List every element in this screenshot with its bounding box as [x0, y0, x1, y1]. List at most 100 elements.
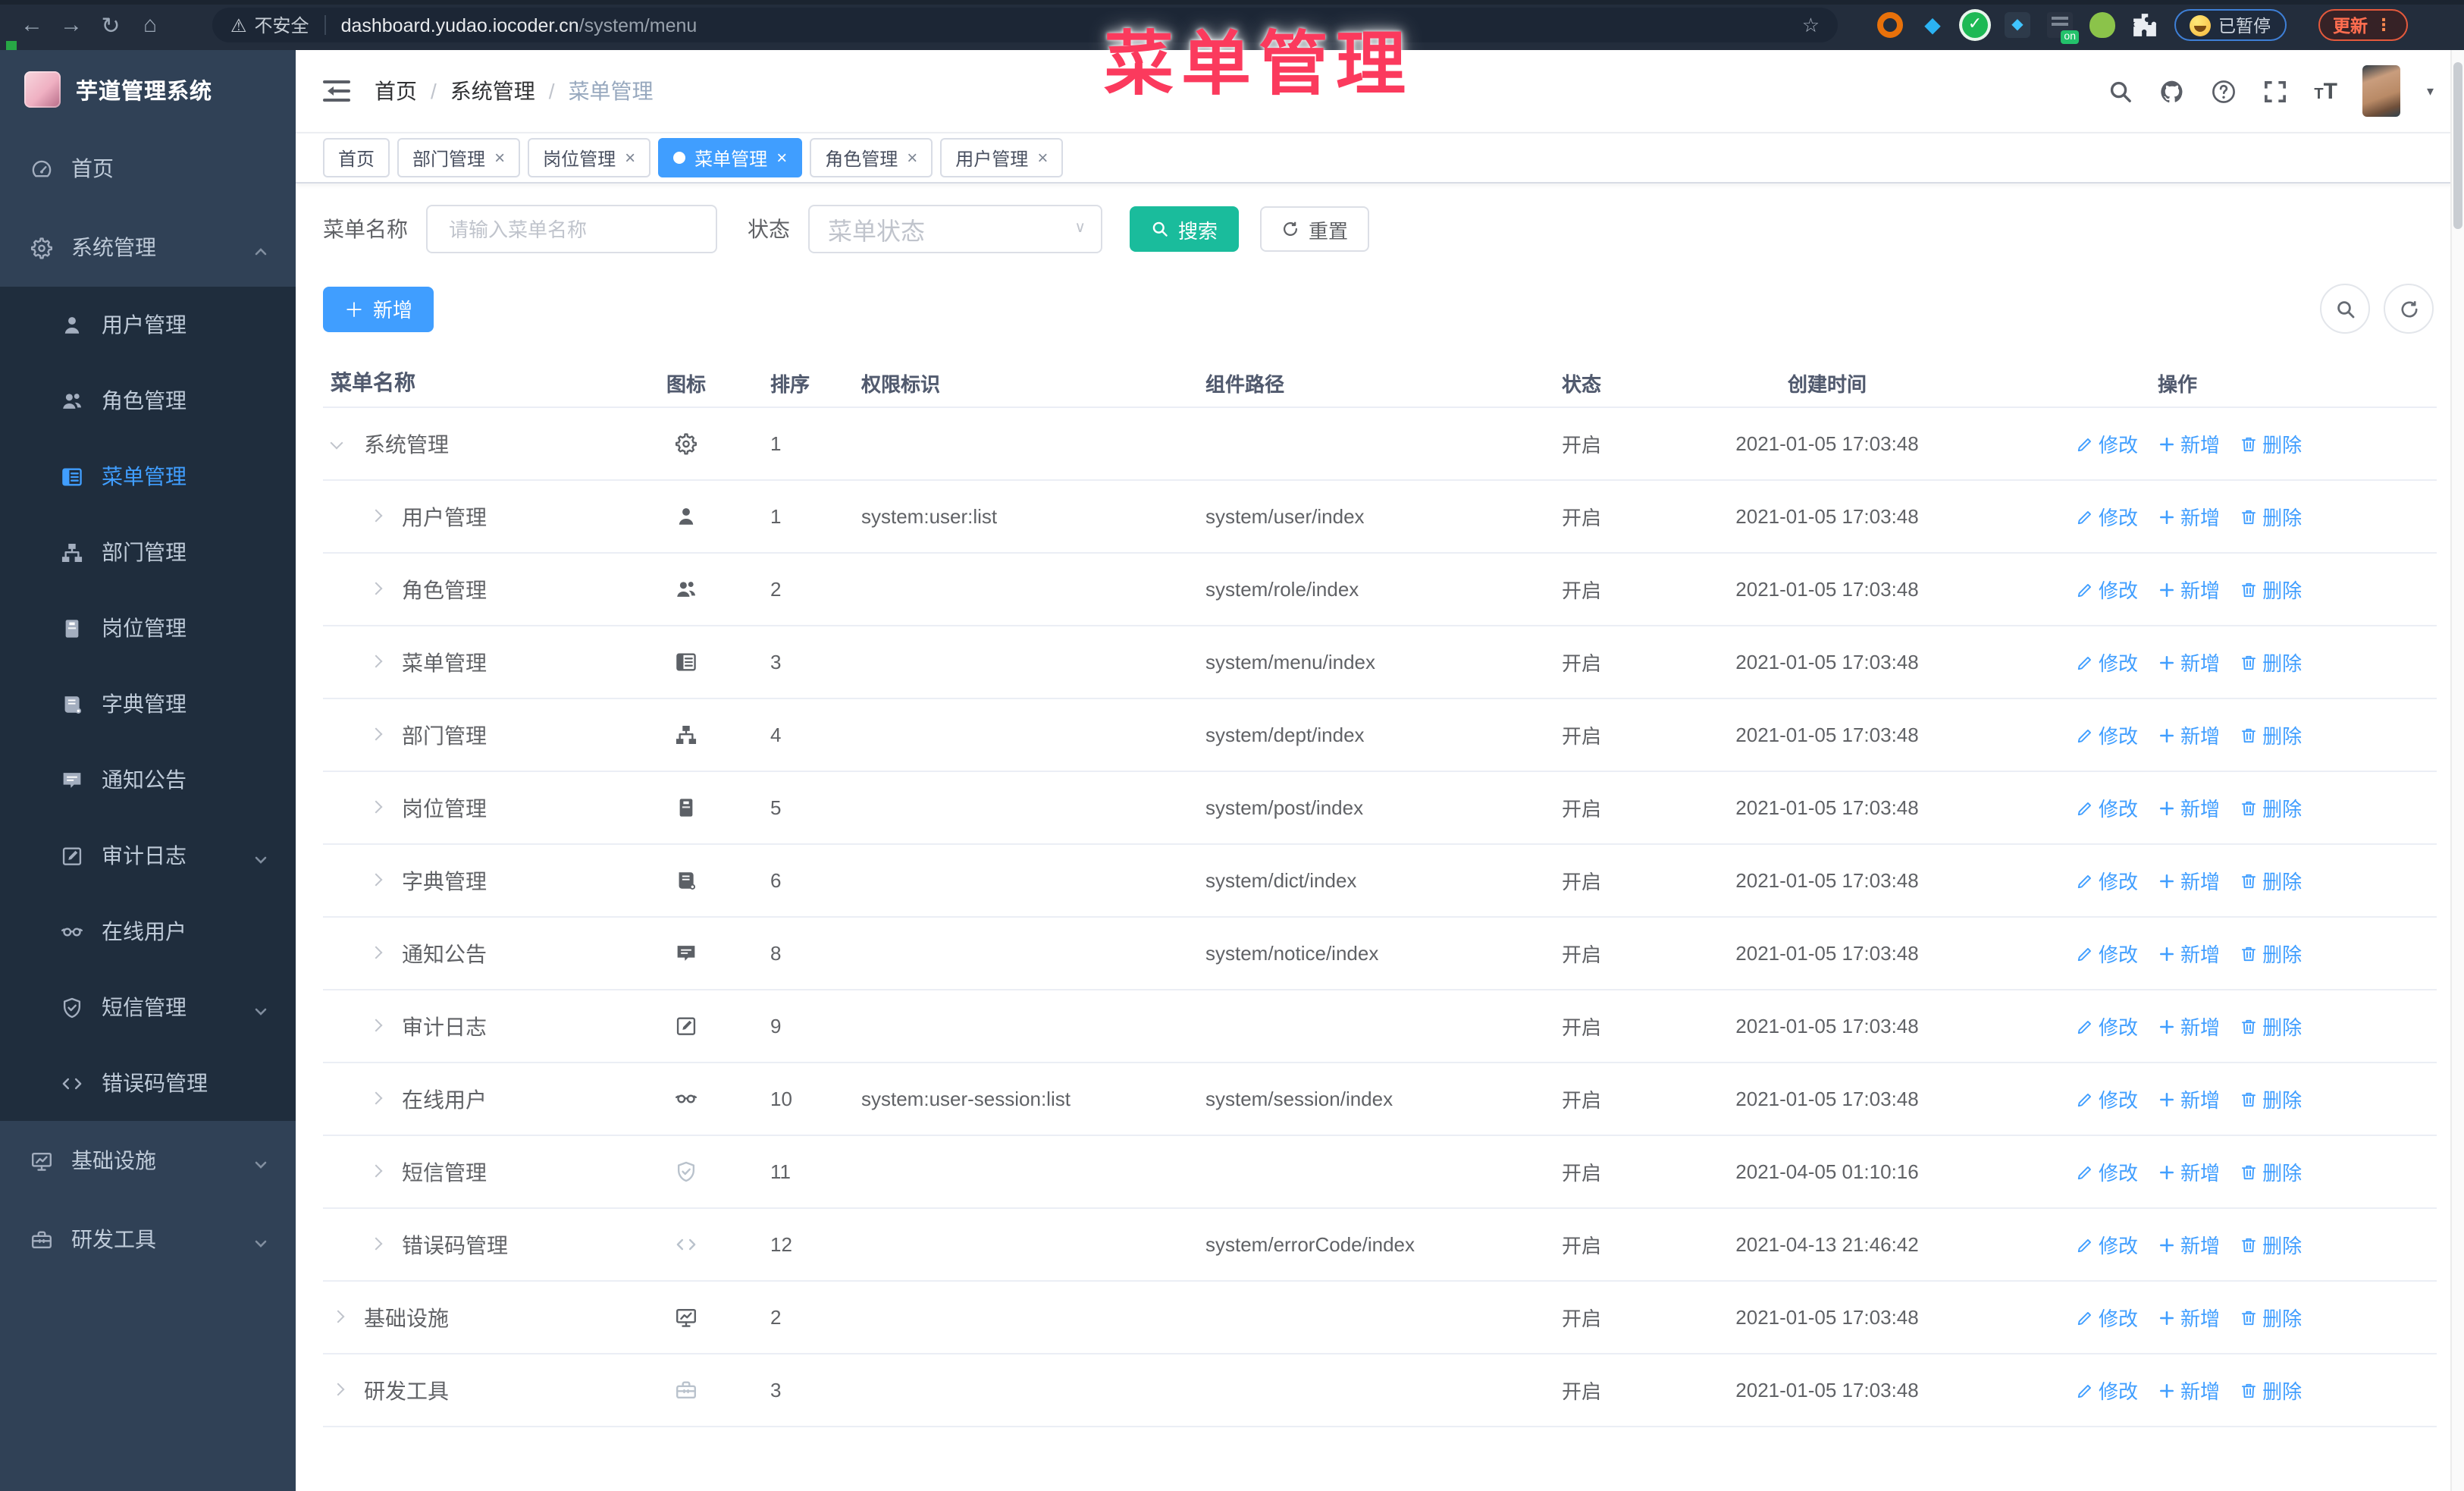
- sidebar-item-审计日志[interactable]: 审计日志: [0, 818, 296, 893]
- close-icon[interactable]: ×: [907, 147, 917, 168]
- edit-link[interactable]: 修改: [2076, 793, 2138, 822]
- add-button[interactable]: ＋新增: [323, 286, 434, 331]
- home-icon[interactable]: ⌂: [130, 12, 170, 38]
- add-link[interactable]: 新增: [2158, 1303, 2220, 1332]
- delete-link[interactable]: 删除: [2240, 429, 2302, 458]
- chevron-down-icon[interactable]: ▾: [2427, 83, 2434, 99]
- expand-chevron-icon[interactable]: [368, 582, 382, 596]
- status-select[interactable]: 菜单状态 ∨: [808, 205, 1102, 253]
- bookmark-star-icon[interactable]: ☆: [1802, 13, 1820, 37]
- app-logo-row[interactable]: 芋道管理系统: [0, 50, 296, 129]
- collapse-sidebar-icon[interactable]: [323, 80, 350, 102]
- edit-link[interactable]: 修改: [2076, 939, 2138, 968]
- expand-chevron-icon[interactable]: [331, 1383, 344, 1397]
- menu-name-input[interactable]: [446, 216, 698, 242]
- delete-link[interactable]: 删除: [2240, 575, 2302, 604]
- search-button[interactable]: 搜索: [1130, 206, 1240, 252]
- reload-icon[interactable]: ↻: [91, 11, 130, 39]
- close-icon[interactable]: ×: [776, 147, 787, 168]
- close-icon[interactable]: ×: [625, 147, 635, 168]
- back-icon[interactable]: ←: [12, 12, 52, 38]
- page-scrollbar[interactable]: [2450, 50, 2464, 1491]
- menu-dots-icon[interactable]: ⋮: [2375, 15, 2392, 35]
- sidebar-item-部门管理[interactable]: 部门管理: [0, 514, 296, 590]
- github-icon[interactable]: [2159, 78, 2185, 104]
- tab-角色管理[interactable]: 角色管理 ×: [810, 138, 933, 177]
- address-bar[interactable]: ⚠ 不安全 dashboard.yudao.iocoder.cn/system/m…: [212, 8, 1838, 42]
- toggle-search-button[interactable]: [2320, 284, 2370, 334]
- extension-icon[interactable]: [1877, 12, 1903, 38]
- expand-chevron-icon[interactable]: [368, 728, 382, 742]
- delete-link[interactable]: 删除: [2240, 1157, 2302, 1186]
- add-link[interactable]: 新增: [2158, 866, 2220, 895]
- edit-link[interactable]: 修改: [2076, 1376, 2138, 1405]
- extensions-puzzle-icon[interactable]: [2132, 12, 2158, 38]
- edit-link[interactable]: 修改: [2076, 720, 2138, 749]
- edit-link[interactable]: 修改: [2076, 1303, 2138, 1332]
- user-avatar[interactable]: [2362, 65, 2401, 117]
- expand-chevron-icon[interactable]: [368, 874, 382, 887]
- add-link[interactable]: 新增: [2158, 502, 2220, 531]
- extension-icon[interactable]: ◆: [1920, 12, 1945, 38]
- delete-link[interactable]: 删除: [2240, 1012, 2302, 1041]
- tab-首页[interactable]: 首页: [323, 138, 390, 177]
- tab-岗位管理[interactable]: 岗位管理 ×: [528, 138, 651, 177]
- add-link[interactable]: 新增: [2158, 648, 2220, 676]
- add-link[interactable]: 新增: [2158, 1157, 2220, 1186]
- sidebar-item-研发工具[interactable]: 研发工具: [0, 1200, 296, 1279]
- tab-用户管理[interactable]: 用户管理 ×: [940, 138, 1064, 177]
- edit-link[interactable]: 修改: [2076, 866, 2138, 895]
- edit-link[interactable]: 修改: [2076, 648, 2138, 676]
- profile-paused-badge[interactable]: 已暂停: [2174, 9, 2286, 41]
- extension-icon[interactable]: on: [2047, 12, 2079, 44]
- edit-link[interactable]: 修改: [2076, 1012, 2138, 1041]
- delete-link[interactable]: 删除: [2240, 793, 2302, 822]
- edit-link[interactable]: 修改: [2076, 429, 2138, 458]
- font-size-icon[interactable]: TT: [2314, 78, 2337, 104]
- add-link[interactable]: 新增: [2158, 1230, 2220, 1259]
- expand-chevron-icon[interactable]: [331, 437, 344, 450]
- tab-部门管理[interactable]: 部门管理 ×: [397, 138, 521, 177]
- expand-chevron-icon[interactable]: [368, 946, 382, 960]
- delete-link[interactable]: 删除: [2240, 1303, 2302, 1332]
- breadcrumb-item[interactable]: 首页: [375, 76, 417, 106]
- add-link[interactable]: 新增: [2158, 1085, 2220, 1113]
- sidebar-item-错误码管理[interactable]: 错误码管理: [0, 1045, 296, 1121]
- sidebar-item-首页[interactable]: 首页: [0, 129, 296, 208]
- expand-chevron-icon[interactable]: [331, 1311, 344, 1324]
- sidebar-item-菜单管理[interactable]: 菜单管理: [0, 438, 296, 514]
- delete-link[interactable]: 删除: [2240, 502, 2302, 531]
- sidebar-item-用户管理[interactable]: 用户管理: [0, 287, 296, 363]
- extension-icon[interactable]: [2089, 12, 2115, 38]
- breadcrumb-item[interactable]: 系统管理: [450, 76, 535, 106]
- add-link[interactable]: 新增: [2158, 575, 2220, 604]
- refresh-table-button[interactable]: [2384, 284, 2434, 334]
- forward-icon[interactable]: →: [52, 12, 91, 38]
- expand-chevron-icon[interactable]: [368, 655, 382, 669]
- delete-link[interactable]: 删除: [2240, 648, 2302, 676]
- add-link[interactable]: 新增: [2158, 1012, 2220, 1041]
- reset-button[interactable]: 重置: [1260, 206, 1370, 252]
- delete-link[interactable]: 删除: [2240, 720, 2302, 749]
- edit-link[interactable]: 修改: [2076, 1085, 2138, 1113]
- sidebar-item-角色管理[interactable]: 角色管理: [0, 363, 296, 438]
- expand-chevron-icon[interactable]: [368, 1238, 382, 1251]
- sidebar-item-通知公告[interactable]: 通知公告: [0, 742, 296, 818]
- delete-link[interactable]: 删除: [2240, 1230, 2302, 1259]
- close-icon[interactable]: ×: [494, 147, 505, 168]
- add-link[interactable]: 新增: [2158, 1376, 2220, 1405]
- delete-link[interactable]: 删除: [2240, 939, 2302, 968]
- help-icon[interactable]: [2211, 78, 2237, 104]
- add-link[interactable]: 新增: [2158, 939, 2220, 968]
- update-button[interactable]: 更新 ⋮: [2318, 9, 2407, 41]
- expand-chevron-icon[interactable]: [368, 801, 382, 815]
- add-link[interactable]: 新增: [2158, 793, 2220, 822]
- security-status[interactable]: ⚠ 不安全: [230, 12, 309, 38]
- edit-link[interactable]: 修改: [2076, 1157, 2138, 1186]
- scrollbar-thumb[interactable]: [2453, 62, 2462, 229]
- sidebar-item-系统管理[interactable]: 系统管理: [0, 208, 296, 287]
- expand-chevron-icon[interactable]: [368, 1019, 382, 1033]
- extension-icon[interactable]: ◆: [2005, 12, 2030, 38]
- add-link[interactable]: 新增: [2158, 429, 2220, 458]
- sidebar-item-在线用户[interactable]: 在线用户: [0, 893, 296, 969]
